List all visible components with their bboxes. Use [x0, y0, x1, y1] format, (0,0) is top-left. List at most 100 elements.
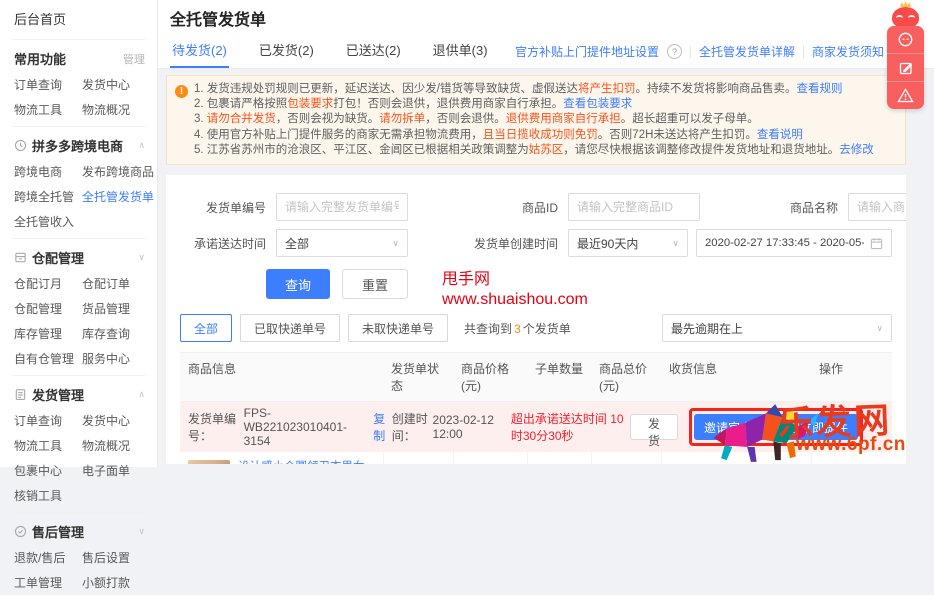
- view-rules-link[interactable]: 查看规则: [796, 83, 842, 95]
- sidebar-item[interactable]: 全托管收入: [14, 213, 82, 230]
- shipping-notice-link[interactable]: 商家发货须知: [812, 43, 884, 60]
- sidebar-item[interactable]: 发货中心: [82, 412, 130, 429]
- sidebar-group-crossborder[interactable]: 拼多多跨境电商 ∧: [0, 131, 157, 159]
- sort-select[interactable]: 最先逾期在上 ∨: [662, 314, 892, 343]
- sidebar-item[interactable]: 仓配订单: [82, 275, 130, 292]
- tab-shipped[interactable]: 已发货(2): [257, 35, 316, 68]
- sidebar-row: 仓配管理 货品管理: [0, 296, 157, 321]
- chevron-down-icon: ∨: [392, 237, 399, 248]
- manage-link[interactable]: 管理: [123, 51, 145, 67]
- ship-button[interactable]: 发货: [629, 414, 678, 448]
- sidebar-item[interactable]: 小额打款: [82, 574, 130, 591]
- notice-line: 4. 使用官方补贴上门提件服务的商家无需承担物流费用，且当日揽收成功则免罚。否则…: [194, 128, 803, 141]
- mascot-bird-icon[interactable]: [887, 1, 924, 28]
- customer-service-button[interactable]: [887, 26, 924, 54]
- sidebar-item[interactable]: 售后设置: [82, 549, 130, 566]
- date-range-picker[interactable]: [696, 229, 892, 258]
- tab-delivered[interactable]: 已送达(2): [344, 35, 403, 68]
- sidebar-item[interactable]: 库存查询: [82, 325, 130, 342]
- created-time: 2023-02-12 12:00: [432, 413, 494, 442]
- sidebar-row: 退款/售后 售后设置: [0, 545, 157, 570]
- sidebar-item[interactable]: 跨境全托管: [14, 188, 82, 205]
- sidebar-item[interactable]: 物流工具: [14, 437, 82, 454]
- price-cell: 10.00: [453, 452, 527, 465]
- result-count: 3: [514, 321, 521, 336]
- report-button[interactable]: [887, 82, 924, 109]
- sidebar-item[interactable]: 库存管理: [14, 325, 82, 342]
- group-title: 售后管理: [32, 525, 85, 540]
- sidebar-item[interactable]: 物流概况: [82, 437, 130, 454]
- feedback-button[interactable]: [887, 54, 924, 82]
- chevron-down-icon: ∨: [138, 526, 145, 536]
- tab-pending[interactable]: 待发货(2): [170, 35, 229, 68]
- sidebar-group-common[interactable]: 常用功能 管理: [0, 44, 157, 72]
- order-no-input[interactable]: [276, 193, 408, 222]
- document-icon: [15, 389, 26, 400]
- order-no-label: 发货单编号: [205, 200, 266, 215]
- filter-row: 全部 已取快递单号 未取快递单号 共查询到 3 个发货单 最先逾期在上 ∨: [180, 314, 892, 343]
- sidebar-item[interactable]: 服务中心: [82, 350, 130, 367]
- sidebar-item[interactable]: 订单查询: [14, 76, 82, 93]
- sidebar-item[interactable]: 仓配管理: [14, 300, 82, 317]
- product-thumbnail[interactable]: [188, 460, 230, 465]
- orders-table: 商品信息 发货单状态 商品价格(元) 子单数量 商品总价(元) 收货信息 操作 …: [180, 352, 892, 465]
- filter-all-button[interactable]: 全部: [180, 314, 233, 343]
- sidebar-row: 工单管理 小额打款: [0, 570, 157, 595]
- sidebar-item[interactable]: 物流概况: [82, 101, 130, 118]
- view-packaging-link[interactable]: 查看包装要求: [563, 98, 632, 110]
- sidebar-item[interactable]: 自有仓管理: [14, 350, 82, 367]
- sidebar-item[interactable]: 电子面单: [82, 462, 130, 479]
- sidebar-item[interactable]: 发货中心: [82, 76, 130, 93]
- order-guide-link[interactable]: 全托管发货单详解: [699, 43, 795, 60]
- sidebar-item[interactable]: 货品管理: [82, 300, 130, 317]
- search-button[interactable]: 查询: [266, 269, 331, 300]
- sidebar-item[interactable]: 仓配订月: [14, 275, 82, 292]
- product-title-link[interactable]: 设计感小众圆领卫衣男女情侣宽松休闲: [238, 460, 375, 464]
- sidebar-item[interactable]: 核销工具: [14, 487, 82, 504]
- customer-service-icon: [898, 32, 913, 47]
- go-modify-link[interactable]: 去修改: [839, 144, 874, 156]
- group-title: 拼多多跨境电商: [32, 139, 124, 154]
- notice-line: 3. 请勿合并发货，否则会视为缺货。请勿拆单，否则会退供。退供费用商家自行承担。…: [194, 113, 759, 126]
- notice-line: 1. 发货违规处罚规则已更新，延迟送达、因少发/错货等导致缺货、虚假送达将产生扣…: [194, 83, 843, 95]
- pickup-address-settings-link[interactable]: 官方补贴上门提件地址设置: [515, 43, 659, 60]
- search-form-row-2: 承诺送达时间 全部 ∨ 发货单创建时间 最近90天内 ∨: [180, 229, 892, 258]
- sidebar-row: 库存管理 库存查询: [0, 321, 157, 346]
- sidebar-group-aftersale[interactable]: 售后管理 ∨: [0, 517, 157, 545]
- sidebar-group-shipping[interactable]: 发货管理 ∧: [0, 380, 157, 408]
- product-id-input[interactable]: [568, 193, 700, 222]
- question-circle-icon[interactable]: ?: [666, 44, 682, 59]
- chevron-up-icon: ∧: [138, 389, 145, 399]
- sidebar-group-warehouse[interactable]: 仓配管理 ∨: [0, 243, 157, 271]
- page-title: 全托管发货单: [170, 12, 267, 29]
- copy-link[interactable]: 复制: [373, 410, 392, 444]
- sidebar-item[interactable]: 订单查询: [14, 412, 82, 429]
- sidebar-item[interactable]: 退款/售后: [14, 549, 82, 566]
- clock-icon: [14, 139, 27, 152]
- tab-returned[interactable]: 退供单(3): [431, 35, 490, 68]
- sidebar-item[interactable]: 物流工具: [14, 101, 82, 118]
- sidebar-item[interactable]: 包裹中心: [14, 462, 82, 479]
- order-number: FPS-WB221023010401-3154: [243, 406, 348, 449]
- filter-tracking-taken-button[interactable]: 已取快递单号: [240, 314, 341, 343]
- reset-button[interactable]: 重置: [342, 269, 409, 300]
- promise-time-select[interactable]: 全部 ∨: [276, 229, 408, 258]
- sidebar-row: 物流工具 物流概况: [0, 97, 157, 122]
- sidebar-item-home[interactable]: 后台首页: [0, 6, 157, 35]
- filter-tracking-untaken-button[interactable]: 未取快递单号: [348, 314, 449, 343]
- sidebar-item-fulfillment-orders-active[interactable]: 全托管发货单: [82, 188, 154, 205]
- create-time-select[interactable]: 最近90天内 ∨: [568, 229, 688, 258]
- created-caption: 创建时间：: [391, 412, 428, 444]
- chevron-down-icon: ∨: [876, 322, 883, 333]
- date-range-input[interactable]: [705, 237, 864, 250]
- sidebar-item[interactable]: 工单管理: [14, 574, 82, 591]
- invite-official-pickup-button[interactable]: 邀请官方补贴快递立即提件: [693, 414, 858, 441]
- product-name-input[interactable]: [848, 193, 906, 222]
- eye-icon: [908, 15, 915, 21]
- view-explanation-link[interactable]: 查看说明: [757, 129, 803, 141]
- sidebar-row: 包裹中心 电子面单: [0, 458, 157, 483]
- sidebar-item[interactable]: 发布跨境商品: [82, 163, 154, 180]
- view-detail-link[interactable]: 查看详情: [820, 462, 868, 464]
- sidebar-item[interactable]: 跨境电商: [14, 163, 82, 180]
- order-no-caption: 发货单编号：: [188, 412, 237, 444]
